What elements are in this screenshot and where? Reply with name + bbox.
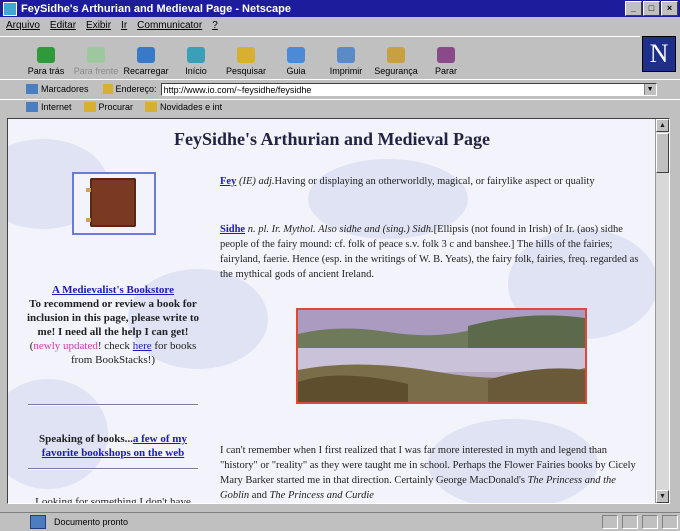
divider (28, 404, 198, 406)
status-slot (622, 515, 638, 529)
netscape-logo[interactable]: N (642, 36, 676, 72)
here-link[interactable]: here (133, 340, 152, 352)
location-bar: Marcadores Endereço: http://www.io.com/~… (0, 79, 680, 98)
book-image (90, 178, 136, 227)
bookmark-folder-icon (26, 102, 38, 112)
component-bar-icon[interactable] (642, 515, 658, 529)
bookmark-folder-icon (145, 102, 158, 112)
browser-window: FeySidhe's Arthurian and Medieval Page -… (0, 0, 680, 530)
scrollbar-thumb[interactable] (656, 133, 669, 173)
print-icon (337, 47, 355, 63)
back-arrow-icon (37, 47, 55, 63)
guide-button[interactable]: Guia (272, 38, 320, 76)
page-proxy-icon[interactable] (102, 84, 113, 94)
home-icon (187, 47, 205, 63)
book-clasp (86, 188, 91, 192)
fey-definition: Fey (IE) adj.Having or displaying an oth… (220, 176, 595, 187)
updated-line: (newly updated! check here for books fro… (29, 340, 197, 366)
fey-term-link[interactable]: Fey (220, 176, 236, 187)
menu-ir[interactable]: Ir (121, 20, 127, 31)
favorite-bookshops: Speaking of books...a few of my favorite… (20, 432, 206, 460)
personal-item-internet[interactable]: Internet (26, 102, 72, 112)
bookstore-link[interactable]: A Medievalist's Bookstore (52, 284, 174, 296)
close-button[interactable]: × (661, 1, 678, 16)
address-label: Endereço: (102, 84, 157, 94)
divider (28, 468, 198, 470)
print-button[interactable]: Imprimir (322, 38, 370, 76)
maximize-button[interactable]: □ (643, 1, 660, 16)
scroll-up-arrow-icon[interactable]: ▲ (656, 119, 669, 132)
bookstore-request: To recommend or review a book for inclus… (26, 298, 200, 338)
menu-editar[interactable]: Editar (50, 20, 76, 31)
sidhe-term-link[interactable]: Sidhe (220, 224, 245, 235)
looking-text: Looking for something I don't have (35, 496, 191, 504)
back-button[interactable]: Para trás (22, 38, 70, 76)
bookmarks-button[interactable]: Marcadores (26, 84, 89, 94)
personal-item-novidades[interactable]: Novidades e int (145, 102, 222, 112)
security-lock-icon[interactable] (30, 515, 46, 529)
sidebar-bookstore-text: A Medievalist's Bookstore To recommend o… (20, 283, 206, 367)
personal-item-procurar[interactable]: Procurar (83, 102, 133, 112)
netscape-app-icon (3, 1, 17, 16)
landscape-illustration (298, 310, 585, 402)
newly-updated-text: newly updated (33, 340, 98, 352)
guide-icon (287, 47, 305, 63)
status-bar: Documento pronto (0, 512, 680, 531)
search-icon (237, 47, 255, 63)
page-content: FeySidhe's Arthurian and Medieval Page A… (7, 118, 670, 504)
bookmarks-icon (26, 84, 38, 94)
stop-icon (437, 47, 455, 63)
address-input[interactable]: http://www.io.com/~feysidhe/feysidhe ▼ (160, 82, 657, 96)
forward-button[interactable]: Para frente (72, 38, 120, 76)
story-paragraph: I can't remember when I first realized t… (220, 445, 636, 501)
vertical-scrollbar[interactable]: ▲ ▼ (655, 119, 669, 503)
forward-arrow-icon (87, 47, 105, 63)
speaking-of-books: Speaking of books... (39, 433, 133, 445)
minimize-button[interactable]: _ (625, 1, 642, 16)
stop-button[interactable]: Parar (422, 38, 470, 76)
home-button[interactable]: Início (172, 38, 220, 76)
component-bar-icon[interactable] (662, 515, 678, 529)
sidhe-definition: Sidhe n. pl. Ir. Mythol. Also sidhe and … (220, 224, 639, 280)
landscape-image (296, 308, 587, 404)
scroll-down-arrow-icon[interactable]: ▼ (656, 490, 669, 503)
search-button[interactable]: Pesquisar (222, 38, 270, 76)
bookmark-folder-icon (83, 102, 96, 112)
reload-icon (137, 47, 155, 63)
security-button[interactable]: Segurança (372, 38, 420, 76)
book-clasp (86, 218, 91, 222)
chevron-down-icon[interactable]: ▼ (643, 83, 656, 95)
menu-arquivo[interactable]: Arquivo (6, 20, 40, 31)
personal-toolbar: Internet Procurar Novidades e int (0, 99, 680, 114)
menu-exibir[interactable]: Exibir (86, 20, 111, 31)
status-text: Documento pronto (54, 517, 129, 527)
menu-help[interactable]: ? (212, 20, 218, 31)
status-slot (602, 515, 618, 529)
page-title: FeySidhe's Arthurian and Medieval Page (173, 129, 490, 149)
reload-button[interactable]: Recarregar (122, 38, 170, 76)
menu-bar: Arquivo Editar Exibir Ir Communicator ? (0, 18, 680, 33)
navigation-toolbar: Para trás Para frente Recarregar Início … (0, 36, 640, 76)
window-title: FeySidhe's Arthurian and Medieval Page -… (21, 2, 291, 15)
security-icon (387, 47, 405, 63)
address-value: http://www.io.com/~feysidhe/feysidhe (163, 84, 312, 95)
bookstore-image-link[interactable] (72, 172, 156, 235)
title-bar[interactable]: FeySidhe's Arthurian and Medieval Page -… (0, 0, 680, 17)
menu-communicator[interactable]: Communicator (137, 20, 202, 31)
